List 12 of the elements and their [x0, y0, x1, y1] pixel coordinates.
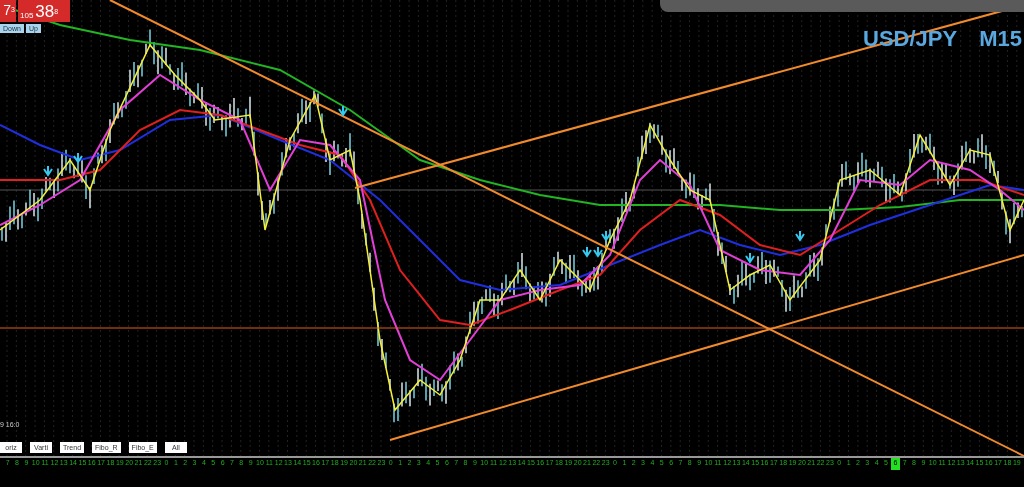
ask-price-prefix: 105: [20, 10, 34, 22]
down-arrow-icon: [73, 152, 83, 164]
down-arrow-icon: [43, 165, 53, 177]
down-arrow-icon: [593, 246, 603, 258]
down-arrow-icon: [795, 230, 805, 242]
down-arrow-icon: [338, 105, 348, 117]
timeframe-label: M15: [979, 25, 1022, 53]
down-arrow-icon: [582, 246, 592, 258]
ask-price-panel[interactable]: 105 38$^{8}$: [18, 0, 70, 22]
down-arrow-icon: [745, 252, 755, 264]
down-arrow-icon: [601, 230, 611, 242]
ask-price: 38$^{8}$: [35, 2, 59, 22]
